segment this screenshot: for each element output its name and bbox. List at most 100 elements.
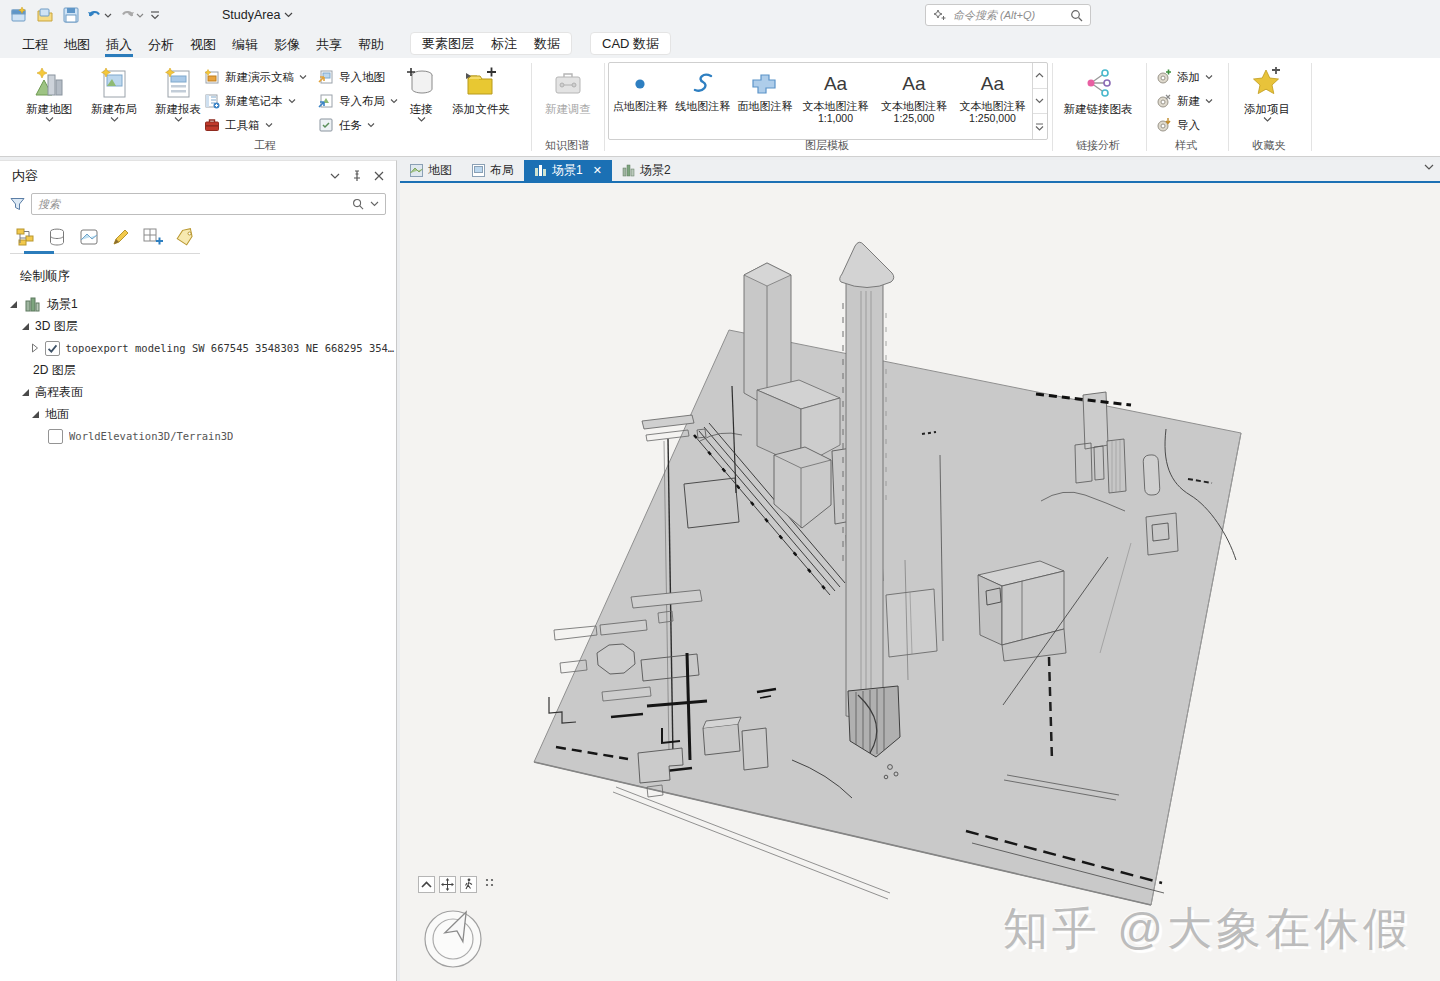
connections-button[interactable]: 连接: [400, 63, 442, 122]
open-project-icon[interactable]: [34, 4, 56, 26]
collapse-arrow-icon[interactable]: [20, 387, 30, 397]
new-project-icon[interactable]: [8, 4, 30, 26]
walk-mode-button[interactable]: [460, 876, 477, 893]
template-text-annotation-250000[interactable]: Aa 文本地图注释 1:250,000: [953, 63, 1031, 139]
labeling-tab[interactable]: [174, 226, 196, 248]
watermark: 知乎 @大象在休假: [1003, 899, 1412, 959]
snapshot-tab[interactable]: [78, 226, 100, 248]
undo-button[interactable]: [86, 7, 112, 23]
gallery-scroll-down[interactable]: [1033, 89, 1047, 115]
tree-item-scene1[interactable]: 场景1: [0, 293, 396, 315]
add-folder-button[interactable]: 添加文件夹: [446, 63, 516, 116]
style-add-button[interactable]: 添加: [1156, 66, 1213, 88]
compass-navigator[interactable]: [420, 906, 486, 972]
redo-button[interactable]: [118, 7, 144, 23]
tree-item-3d-layers[interactable]: 3D 图层: [0, 315, 396, 337]
ribbon: 新建地图 新建布局 新建报表 新建演示文稿 新建笔记本 工具箱 导入地图: [0, 58, 1440, 157]
nav-more-handle[interactable]: [485, 878, 494, 887]
save-project-icon[interactable]: [60, 4, 82, 26]
gallery-expand[interactable]: [1033, 114, 1047, 139]
tab-feature-layer[interactable]: 要素图层: [422, 35, 474, 53]
connections-icon: [400, 63, 442, 99]
view-tab-map[interactable]: 地图: [400, 160, 462, 181]
tree-item-2d-layers[interactable]: 2D 图层: [0, 359, 396, 381]
tab-project[interactable]: 工程: [14, 30, 56, 58]
tab-insert[interactable]: 插入: [98, 30, 140, 58]
command-search-box[interactable]: 命令搜索 (Alt+Q): [925, 4, 1091, 26]
new-map-button[interactable]: 新建地图: [18, 63, 80, 122]
expand-arrow-icon[interactable]: [30, 343, 40, 353]
collapse-arrow-icon[interactable]: [20, 321, 30, 331]
template-point-annotation[interactable]: 点地图注释: [609, 63, 671, 139]
tasks-button[interactable]: 任务: [318, 114, 375, 136]
list-by-data-source-tab[interactable]: [46, 226, 68, 248]
scene-terrain-render: [400, 183, 1440, 981]
search-options-chevron-icon[interactable]: [370, 201, 379, 207]
tree-item-elevation-surfaces[interactable]: 高程表面: [0, 381, 396, 403]
tree-item-topo-layer[interactable]: topoexport_modeling_SW_667545_3548303_NE…: [0, 337, 396, 359]
heading-reset-button[interactable]: [418, 876, 435, 893]
new-layout-button[interactable]: 新建布局: [84, 63, 144, 122]
view-tab-scene2[interactable]: 场景2: [612, 160, 681, 181]
new-investigation-icon: [538, 63, 598, 99]
drawing-order-heading: 绘制顺序: [20, 268, 396, 285]
gallery-scroll-up[interactable]: [1033, 63, 1047, 89]
contents-search-input[interactable]: 搜索: [31, 193, 386, 215]
tab-cad-data[interactable]: CAD 数据: [602, 35, 659, 53]
style-import-icon: [1156, 117, 1172, 133]
template-line-annotation[interactable]: 线地图注释: [671, 63, 733, 139]
tab-labeling[interactable]: 标注: [491, 35, 517, 53]
tasks-icon: [318, 117, 334, 133]
panel-menu-chevron-icon[interactable]: [330, 173, 340, 179]
new-layout-icon: [84, 63, 144, 99]
tab-share[interactable]: 共享: [308, 30, 350, 58]
project-title[interactable]: StudyArea: [222, 8, 293, 22]
style-new-button[interactable]: 新建: [1156, 90, 1213, 112]
close-view-icon[interactable]: ✕: [593, 164, 602, 177]
contents-panel: 内容 搜索 绘制顺序: [0, 160, 397, 981]
new-notebook-button[interactable]: 新建笔记本: [204, 90, 296, 112]
tab-edit[interactable]: 编辑: [224, 30, 266, 58]
tab-imagery[interactable]: 影像: [266, 30, 308, 58]
style-new-icon: [1156, 93, 1172, 109]
new-report-button[interactable]: 新建报表: [148, 63, 208, 122]
new-link-chart-button[interactable]: 新建链接图表: [1062, 63, 1134, 116]
edit-tab[interactable]: [110, 226, 132, 248]
tab-help[interactable]: 帮助: [350, 30, 392, 58]
collapse-arrow-icon[interactable]: [30, 409, 40, 419]
collapse-arrow-icon[interactable]: [8, 299, 18, 309]
import-layout-button[interactable]: 导入布局: [318, 90, 398, 112]
new-investigation-button[interactable]: 新建调查: [538, 63, 598, 116]
quick-access-toolbar: [0, 4, 166, 26]
tree-item-terrain[interactable]: WorldElevation3D/Terrain3D: [0, 425, 396, 447]
view-tab-layout[interactable]: 布局: [462, 160, 524, 181]
list-by-drawing-order-tab[interactable]: [14, 226, 36, 248]
add-data-tab[interactable]: [142, 226, 164, 248]
new-presentation-button[interactable]: 新建演示文稿: [204, 66, 307, 88]
tree-item-ground[interactable]: 地面: [0, 403, 396, 425]
layer-checkbox-checked[interactable]: [45, 341, 60, 356]
layer-checkbox-unchecked[interactable]: [48, 429, 63, 444]
text-annotation-icon: Aa: [875, 68, 953, 100]
filter-icon[interactable]: [10, 197, 25, 211]
template-text-annotation-1000[interactable]: Aa 文本地图注释 1:1,000: [796, 63, 874, 139]
scene-3d-view[interactable]: 知乎 @大象在休假: [400, 183, 1440, 981]
template-polygon-annotation[interactable]: 面地图注释: [734, 63, 796, 139]
tab-analysis[interactable]: 分析: [140, 30, 182, 58]
template-text-annotation-25000[interactable]: Aa 文本地图注释 1:25,000: [875, 63, 953, 139]
new-map-icon: [18, 63, 80, 99]
add-item-button[interactable]: 添加项目: [1236, 63, 1298, 122]
pan-mode-button[interactable]: [439, 876, 456, 893]
import-map-button[interactable]: 导入地图: [318, 66, 385, 88]
tab-view[interactable]: 视图: [182, 30, 224, 58]
panel-close-icon[interactable]: [374, 171, 384, 181]
customize-qat-button[interactable]: [150, 11, 160, 20]
tab-map[interactable]: 地图: [56, 30, 98, 58]
style-import-button[interactable]: 导入: [1156, 114, 1200, 136]
view-tab-scene1[interactable]: 场景1 ✕: [524, 160, 612, 181]
toolbox-button[interactable]: 工具箱: [204, 114, 273, 136]
view-tab-overflow-chevron[interactable]: [1424, 164, 1434, 170]
layout-view-icon: [472, 164, 485, 177]
panel-pin-icon[interactable]: [352, 170, 362, 182]
tab-data[interactable]: 数据: [534, 35, 560, 53]
